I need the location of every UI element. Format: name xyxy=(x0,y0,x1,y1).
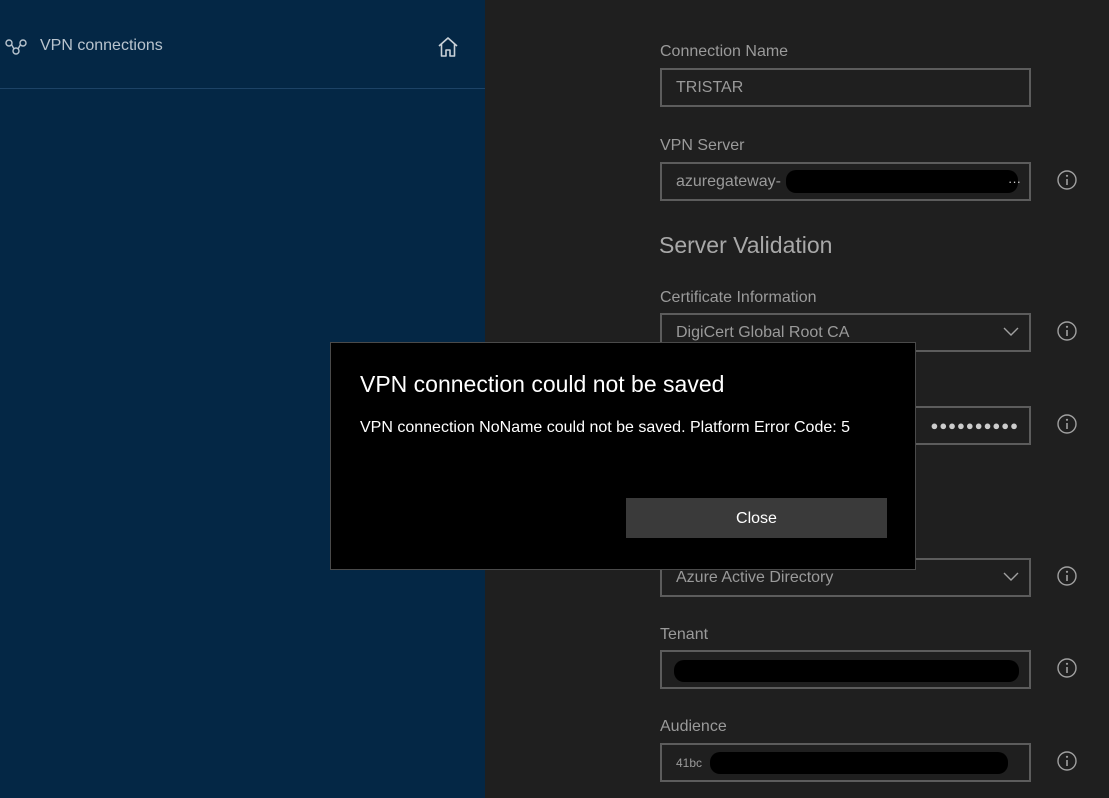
vpn-server-input[interactable]: azuregateway- ··· xyxy=(660,162,1031,201)
vpn-settings-window: VPN connections Connection Name TRISTAR … xyxy=(0,0,1109,798)
redaction-bar xyxy=(786,170,1018,193)
info-icon[interactable] xyxy=(1056,657,1078,679)
tenant-label: Tenant xyxy=(660,626,709,643)
audience-value: 41bc xyxy=(676,756,703,770)
home-icon[interactable] xyxy=(436,35,460,59)
error-dialog: VPN connection could not be saved VPN co… xyxy=(330,342,916,570)
info-icon[interactable] xyxy=(1056,565,1078,587)
dialog-title: VPN connection could not be saved xyxy=(360,371,725,397)
close-button[interactable]: Close xyxy=(626,498,887,538)
info-icon[interactable] xyxy=(1056,750,1078,772)
connection-name-input[interactable]: TRISTAR xyxy=(660,68,1031,107)
info-icon[interactable] xyxy=(1056,169,1078,191)
server-validation-heading: Server Validation xyxy=(659,232,833,258)
chevron-down-icon xyxy=(1003,327,1019,336)
vpn-server-label: VPN Server xyxy=(660,137,745,154)
audience-label: Audience xyxy=(660,718,727,735)
certificate-info-label: Certificate Information xyxy=(660,289,817,306)
audience-input[interactable]: 41bc xyxy=(660,743,1031,782)
connection-name-label: Connection Name xyxy=(660,43,789,60)
chevron-down-icon xyxy=(1003,572,1019,581)
dialog-message: VPN connection NoName could not be saved… xyxy=(360,419,851,436)
info-icon[interactable] xyxy=(1056,413,1078,435)
vpn-link-icon xyxy=(5,39,27,55)
vpn-server-value: azuregateway- xyxy=(676,173,781,190)
info-icon[interactable] xyxy=(1056,320,1078,342)
authentication-type-value: Azure Active Directory xyxy=(676,569,834,586)
redaction-bar xyxy=(710,752,1008,774)
secret-value: ●●●●●●●●●● xyxy=(930,418,1019,433)
connection-name-value: TRISTAR xyxy=(676,79,744,96)
redaction-bar xyxy=(674,660,1019,682)
sidebar-header: VPN connections xyxy=(0,0,485,89)
vpn-server-overflow: ··· xyxy=(1008,174,1021,189)
tenant-input[interactable] xyxy=(660,650,1031,689)
certificate-info-value: DigiCert Global Root CA xyxy=(676,324,850,341)
nav-label-vpn-connections[interactable]: VPN connections xyxy=(40,37,163,55)
